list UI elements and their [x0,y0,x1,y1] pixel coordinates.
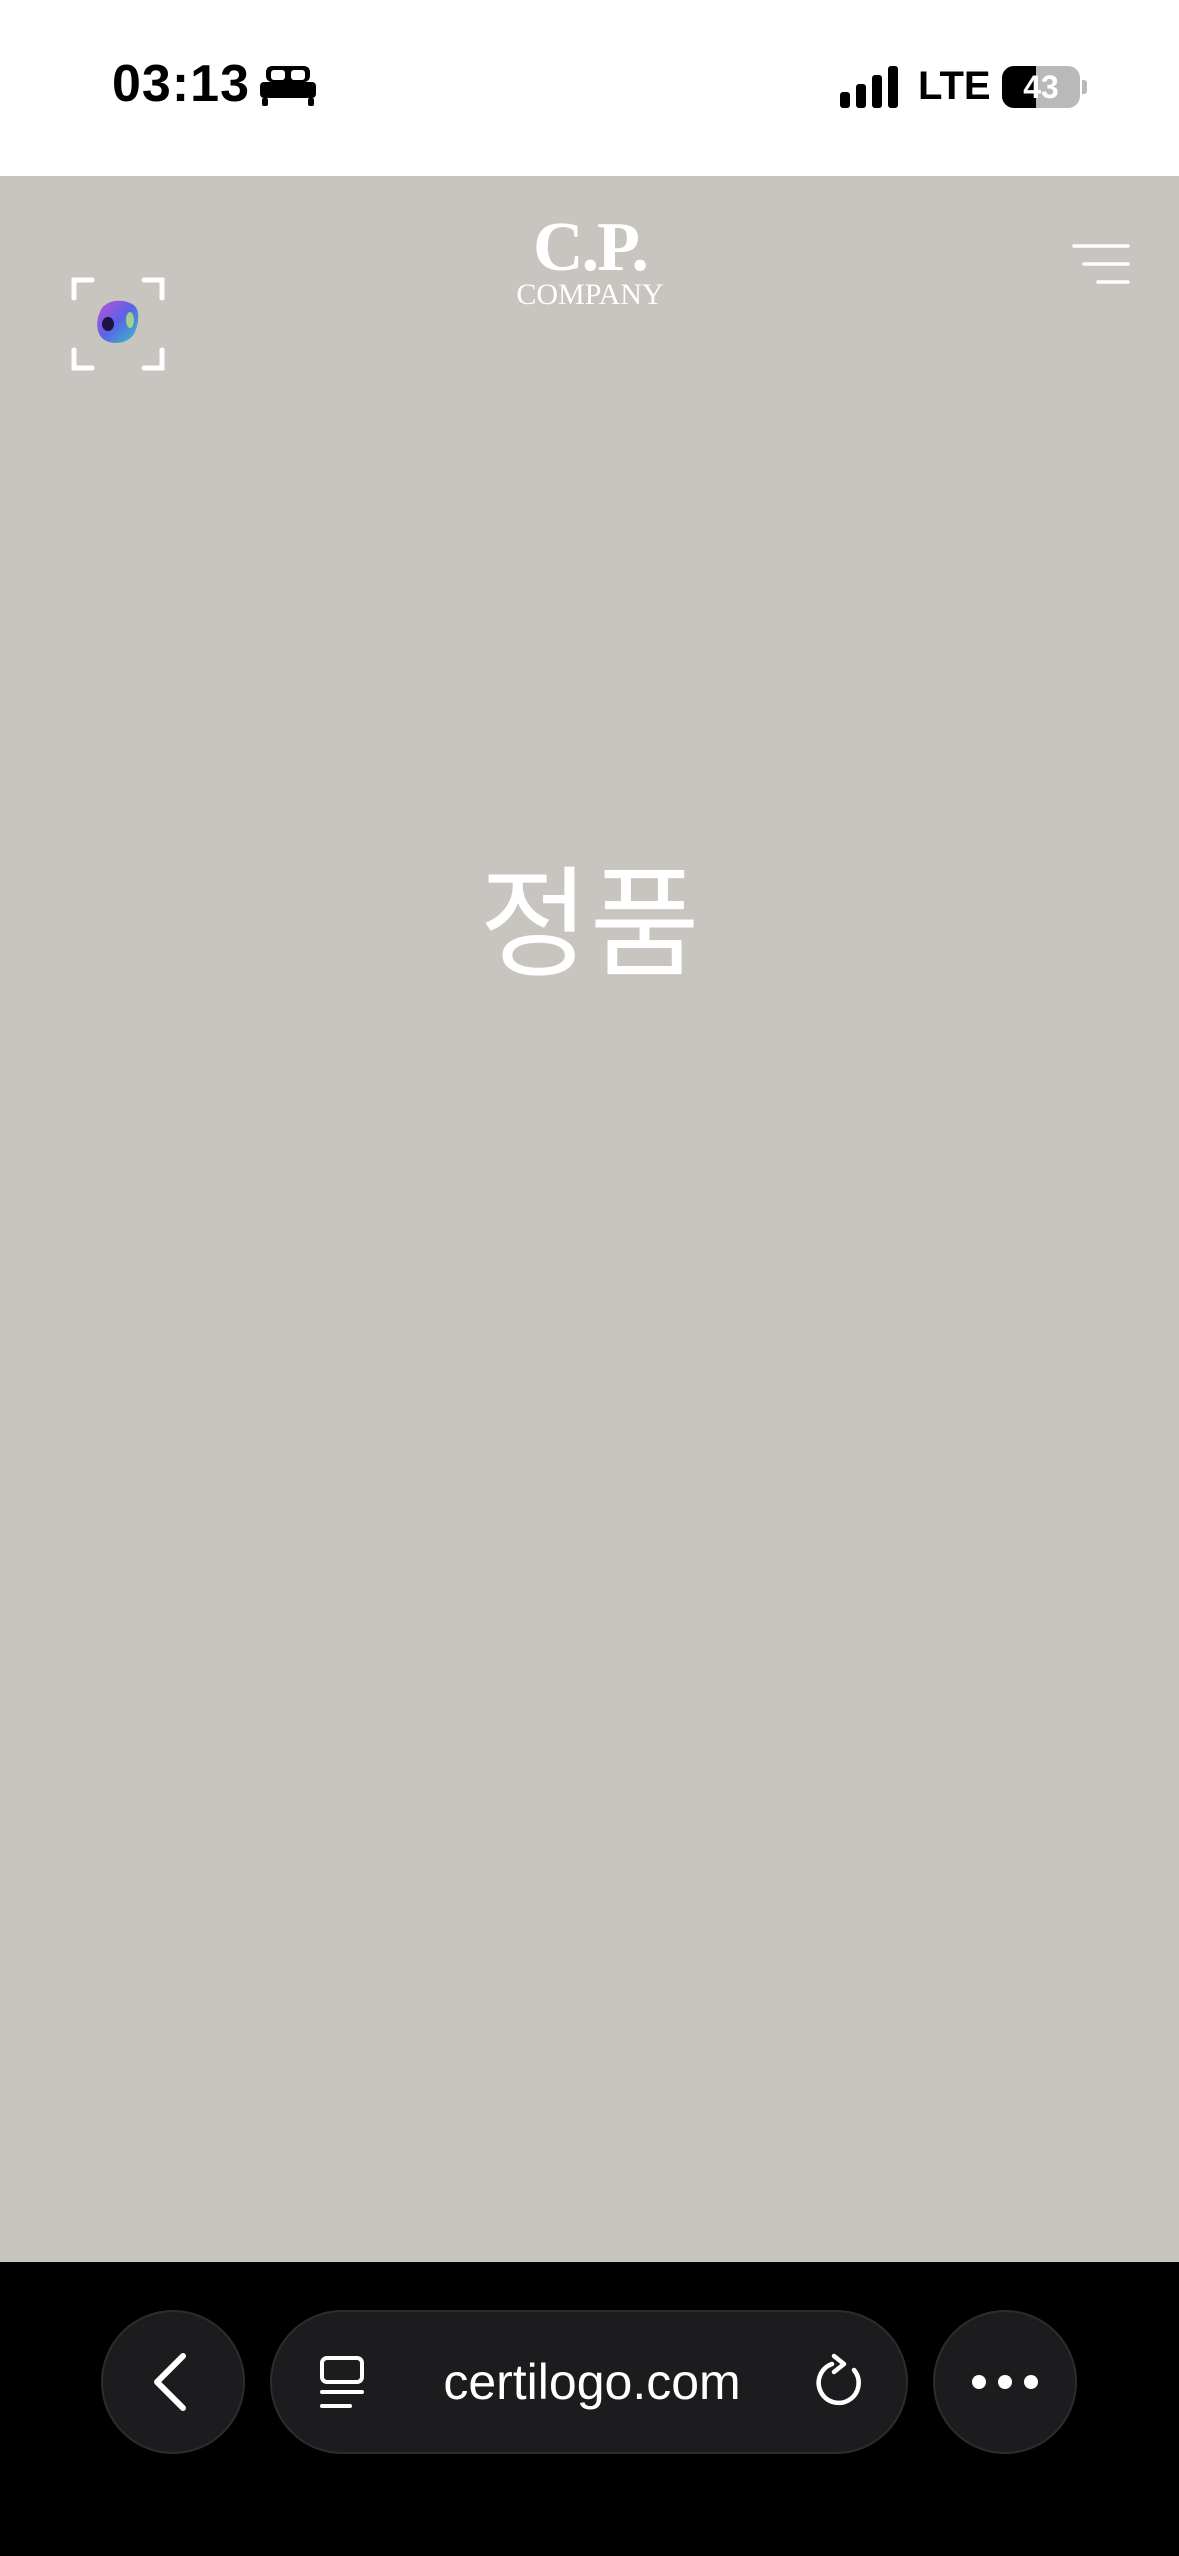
url-text[interactable]: certilogo.com [386,2310,798,2454]
scan-authenticate-icon [71,277,165,371]
chevron-left-icon [154,2353,186,2411]
more-options-button[interactable] [933,2310,1077,2454]
bed-icon [258,64,318,108]
browser-toolbar: certilogo.com [0,2262,1179,2556]
menu-button[interactable] [1070,240,1132,288]
back-button[interactable] [101,2310,245,2454]
network-type-label: LTE [918,64,991,108]
tabs-icon[interactable] [316,2354,372,2412]
address-bar[interactable]: certilogo.com [270,2310,908,2454]
hamburger-menu-icon [1072,244,1130,284]
web-page-content: C.P. COMPANY 정품 [0,176,1179,2262]
status-time: 03:13 [112,55,250,113]
scan-authenticate-button[interactable] [70,276,166,372]
status-bar: 03:13 LTE 43 [0,0,1179,176]
battery-cap [1082,80,1087,94]
more-dots-icon [972,2375,1038,2389]
cellular-signal-icon [838,66,900,108]
reload-icon[interactable] [810,2352,870,2412]
battery-level-label: 43 [1023,69,1059,105]
battery-icon: 43 [1002,66,1080,108]
brand-logo-initials: C.P. [533,209,649,286]
authenticity-result-text: 정품 [479,856,700,995]
brand-logo[interactable]: C.P. COMPANY [490,209,690,316]
brand-logo-wordmark: COMPANY [516,278,664,311]
